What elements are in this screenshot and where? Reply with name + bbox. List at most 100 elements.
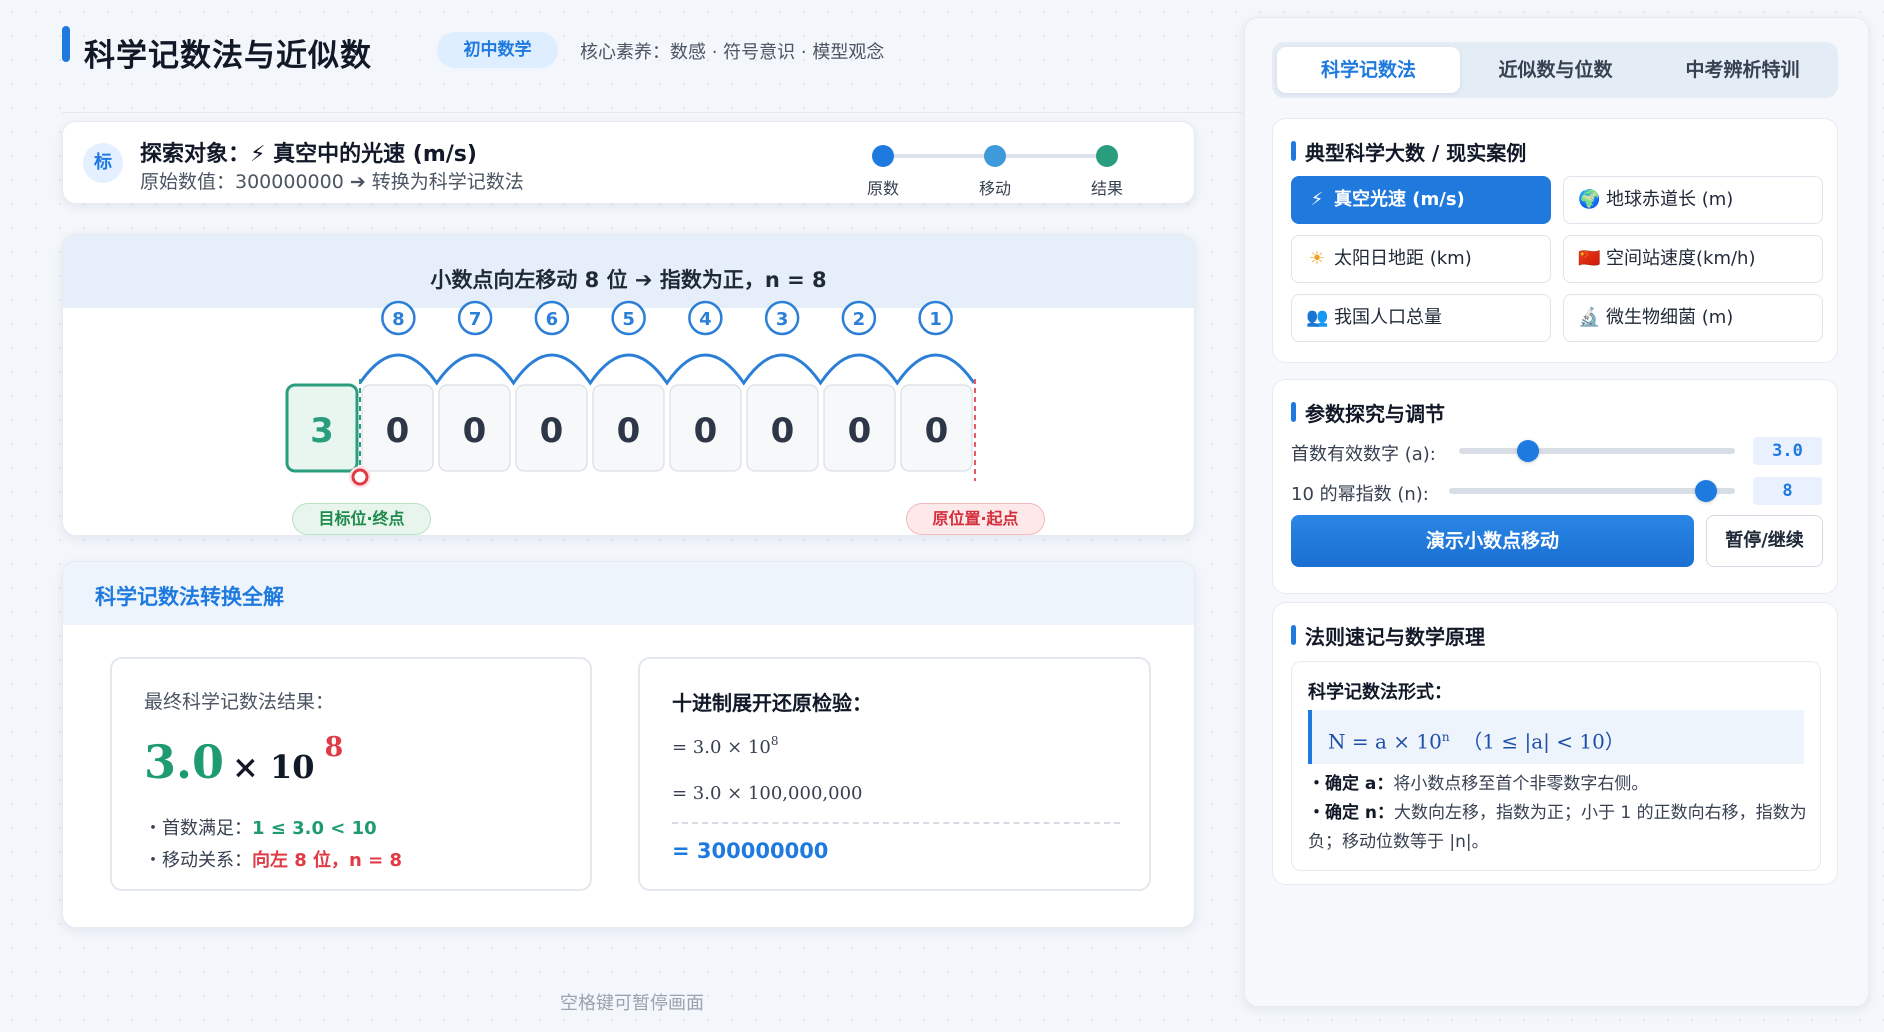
grade-badge: 初中数学 <box>437 32 558 68</box>
rules-title: 法则速记与数学原理 <box>1305 625 1485 649</box>
result-section-title: 科学记数法转换全解 <box>95 585 284 609</box>
cases-title: 典型科学大数 / 现实案例 <box>1305 141 1527 165</box>
rule-a-text: 将小数点移至首个非零数字右侧。 <box>1393 774 1649 794</box>
digit-text: 0 <box>617 411 641 451</box>
decimal-animation: 3 0 0 0 0 0 0 0 0 8 7 6 5 4 3 2 1 <box>285 300 976 488</box>
rule-formula-main: N = a × 10 <box>1328 729 1442 754</box>
verify-box: 十进制展开还原检验： = 3.0 × 108 = 3.0 × 100,000,0… <box>638 657 1151 891</box>
check1-label: ・首数满足： <box>144 818 252 839</box>
cases-title-bar <box>1291 141 1296 161</box>
jump-label-text: 5 <box>622 309 635 330</box>
rule-formula: N = a × 10n （1 ≤ |a| < 10） <box>1308 710 1804 764</box>
param-n-slider-thumb[interactable] <box>1695 480 1718 502</box>
case-label: 微生物细菌 (m) <box>1606 307 1734 328</box>
pause-resume-button[interactable]: 暂停/继续 <box>1706 515 1823 567</box>
final-result-box: 最终科学记数法结果： 3.0 × 10 8 ・首数满足：1 ≤ 3.0 < 10 ・… <box>110 657 592 891</box>
rule-box: 科学记数法形式： N = a × 10n （1 ≤ |a| < 10） ・确定 … <box>1291 661 1821 871</box>
param-n-label: 10 的幂指数 (n): <box>1291 484 1429 505</box>
core-literacy-text: 核心素养：数感 · 符号意识 · 模型观念 <box>580 42 885 63</box>
rule-a-label: ・确定 a： <box>1308 774 1394 794</box>
result-card: 科学记数法转换全解 最终科学记数法结果： 3.0 × 10 8 ・首数满足：1 ≤ … <box>62 561 1195 928</box>
step-label-3: 结果 <box>1090 179 1123 198</box>
target-card: 标 探索对象：⚡ 真空中的光速 (m/s) 原始数值：300000000 ➔ 转… <box>62 121 1195 204</box>
rule-a: ・确定 a：将小数点移至首个非零数字右侧。 <box>1308 770 1808 799</box>
jump-label-text: 4 <box>699 309 712 330</box>
case-light-speed[interactable]: ⚡ 真空光速 (m/s) <box>1291 176 1551 224</box>
verify-line-1-text: = 3.0 × 10 <box>672 737 771 758</box>
demo-move-button[interactable]: 演示小数点移动 <box>1291 515 1694 567</box>
step-dot-2 <box>984 145 1006 167</box>
digit-text: 0 <box>540 411 564 451</box>
formula-exponent: 8 <box>324 732 344 763</box>
case-label: 我国人口总量 <box>1334 307 1442 328</box>
tab-approximation[interactable]: 近似数与位数 <box>1464 47 1647 93</box>
final-result-label: 最终科学记数法结果： <box>144 691 335 713</box>
cases-section: 典型科学大数 / 现实案例 ⚡ 真空光速 (m/s) 🌍 地球赤道长 (m) ☀ 太阳… <box>1272 118 1838 363</box>
control-panel: 科学记数法 近似数与位数 中考辨析特训 典型科学大数 / 现实案例 ⚡ 真空光速 … <box>1244 17 1869 1007</box>
case-space-station-speed[interactable]: 🇨🇳 空间站速度(km/h) <box>1563 235 1823 283</box>
globe-icon: 🌍 <box>1578 189 1601 210</box>
tab-exam-training[interactable]: 中考辨析特训 <box>1651 47 1834 93</box>
formula-coefficient: 3.0 <box>144 735 225 789</box>
case-sun-earth-distance[interactable]: ☀ 太阳日地距 (km) <box>1291 235 1551 283</box>
params-section: 参数探究与调节 首数有效数字 (a): 3.0 10 的幂指数 (n): 8 演… <box>1272 379 1838 594</box>
formula-base: × 10 <box>232 748 315 786</box>
param-a-slider[interactable] <box>1459 448 1735 454</box>
jump-label-text: 2 <box>853 309 866 330</box>
params-title: 参数探究与调节 <box>1305 402 1445 426</box>
rule-n-label: ・确定 n： <box>1308 803 1395 823</box>
target-icon: 标 <box>83 143 123 183</box>
rule-n: ・确定 n：大数向左移，指数为正；小于 1 的正数向右移，指数为负；移动位数等于… <box>1308 799 1808 857</box>
origin-position-tag: 原位置·起点 <box>906 503 1045 535</box>
param-a-value: 3.0 <box>1753 437 1822 465</box>
check-coefficient: ・首数满足：1 ≤ 3.0 < 10 <box>144 814 377 840</box>
scientific-formula: 3.0 × 10 8 <box>144 732 344 789</box>
case-population[interactable]: 👥 我国人口总量 <box>1291 294 1551 342</box>
digit-text: 0 <box>386 411 410 451</box>
jump-label-text: 8 <box>392 309 405 330</box>
target-title: 探索对象：⚡ 真空中的光速 (m/s) <box>140 142 477 167</box>
rule-formula-exp: n <box>1441 730 1450 744</box>
people-icon: 👥 <box>1306 307 1329 328</box>
digit-text: 0 <box>848 411 872 451</box>
case-label: 太阳日地距 (km) <box>1334 248 1472 269</box>
verify-line-1-exp: 8 <box>770 734 779 748</box>
case-label: 地球赤道长 (m) <box>1606 189 1734 210</box>
rules-title-bar <box>1291 625 1296 645</box>
jump-label-text: 7 <box>469 309 482 330</box>
verify-result: = 300000000 <box>672 839 829 863</box>
move-arc-path <box>358 353 976 386</box>
rule-formula-condition: （1 ≤ |a| < 10） <box>1462 729 1625 754</box>
case-label: 空间站速度(km/h) <box>1606 248 1756 269</box>
target-subtitle: 原始数值：300000000 ➔ 转换为科学记数法 <box>140 171 524 193</box>
param-a-label: 首数有效数字 (a): <box>1291 444 1436 465</box>
pause-hint: 空格键可暂停画面 <box>560 993 704 1014</box>
sun-icon: ☀ <box>1308 248 1326 269</box>
tab-scientific-notation[interactable]: 科学记数法 <box>1277 47 1460 93</box>
verify-divider <box>672 822 1120 824</box>
verify-line-2: = 3.0 × 100,000,000 <box>672 783 863 804</box>
decimal-demo-card: 小数点向左移动 8 位 ➔ 指数为正，n = 8 300000000876543… <box>62 234 1195 536</box>
check2-value: 向左 8 位，n = 8 <box>252 850 403 871</box>
title-accent-bar <box>62 26 70 62</box>
digit-text: 3 <box>310 411 334 451</box>
decimal-point-marker <box>351 468 369 486</box>
rules-section: 法则速记与数学原理 科学记数法形式： N = a × 10n （1 ≤ |a| … <box>1272 602 1838 885</box>
digit-text: 0 <box>771 411 795 451</box>
params-title-bar <box>1291 402 1296 422</box>
param-n-slider[interactable] <box>1449 488 1735 494</box>
jump-label-text: 3 <box>776 309 789 330</box>
verify-title: 十进制展开还原检验： <box>672 691 872 715</box>
check1-value: 1 ≤ 3.0 < 10 <box>252 818 377 839</box>
param-a-slider-thumb[interactable] <box>1517 440 1539 462</box>
jump-label-text: 1 <box>929 309 942 330</box>
case-label: 真空光速 (m/s) <box>1334 189 1465 210</box>
progress-steps: 原数 移动 结果 <box>853 136 1133 198</box>
case-earth-equator[interactable]: 🌍 地球赤道长 (m) <box>1563 176 1823 224</box>
verify-line-1: = 3.0 × 108 <box>672 734 779 758</box>
case-bacteria[interactable]: 🔬 微生物细菌 (m) <box>1563 294 1823 342</box>
page-title: 科学记数法与近似数 <box>84 38 372 74</box>
digit-text: 0 <box>463 411 487 451</box>
microscope-icon: 🔬 <box>1578 307 1601 328</box>
digit-text: 0 <box>925 411 949 451</box>
